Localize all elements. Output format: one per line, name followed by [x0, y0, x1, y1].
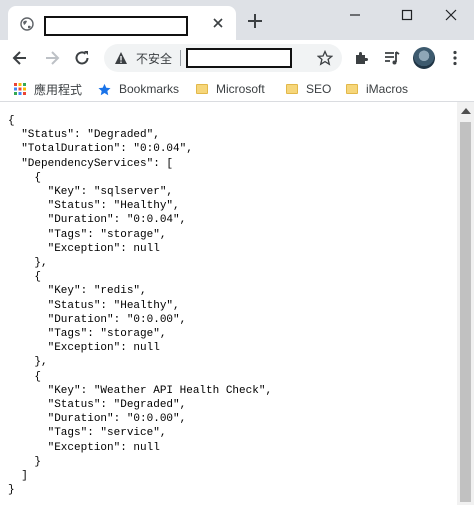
back-arrow-icon[interactable]	[10, 48, 30, 68]
tab-strip	[0, 0, 474, 40]
bookmark-folder-imacros[interactable]: iMacros	[346, 80, 408, 98]
json-response-text: { "Status": "Degraded", "TotalDuration":…	[8, 115, 273, 497]
bookmark-label: iMacros	[366, 82, 409, 96]
bookmark-label: Bookmarks	[119, 82, 180, 96]
maximize-button[interactable]	[384, 0, 430, 30]
url-redacted[interactable]	[186, 48, 292, 68]
folder-icon	[286, 84, 298, 94]
scroll-up-arrow-icon[interactable]	[461, 108, 471, 114]
address-bar[interactable]: 不安全	[104, 44, 342, 72]
tab-title-redacted	[44, 16, 188, 36]
close-icon[interactable]	[210, 15, 226, 31]
star-icon	[98, 83, 111, 95]
scrollbar-thumb[interactable]	[460, 122, 471, 502]
extensions-puzzle-icon[interactable]	[353, 49, 371, 67]
bookmark-label: 應用程式	[34, 82, 83, 97]
page-content: { "Status": "Degraded", "TotalDuration":…	[0, 102, 474, 505]
reload-icon[interactable]	[72, 48, 92, 68]
bookmark-folder-seo[interactable]: SEO	[286, 80, 331, 98]
separator	[180, 50, 181, 66]
close-window-icon	[445, 9, 457, 21]
forward-arrow-icon[interactable]	[42, 48, 62, 68]
profile-avatar[interactable]	[413, 47, 435, 69]
apps-grid-icon	[14, 83, 26, 95]
bookmark-label: SEO	[306, 82, 332, 96]
security-label[interactable]: 不安全	[136, 50, 172, 67]
globe-icon	[20, 17, 34, 31]
folder-icon	[196, 84, 208, 94]
bookmark-apps[interactable]: 應用程式	[14, 80, 82, 98]
bookmark-star-icon[interactable]	[317, 50, 333, 66]
new-tab-icon[interactable]	[246, 12, 264, 30]
maximize-icon	[401, 9, 413, 21]
more-menu-icon[interactable]	[446, 49, 464, 67]
browser-toolbar: 不安全	[0, 40, 474, 76]
minimize-icon	[350, 14, 360, 16]
bookmark-label: Microsoft	[216, 82, 265, 96]
minimize-button[interactable]	[332, 0, 378, 30]
bookmark-bookmarks[interactable]: Bookmarks	[98, 80, 179, 98]
browser-tab[interactable]	[8, 6, 236, 40]
warning-icon[interactable]	[114, 51, 128, 65]
bookmarks-bar: 應用程式 Bookmarks Microsoft SEO iMacros	[0, 76, 474, 102]
folder-icon	[346, 84, 358, 94]
window-close-button[interactable]	[428, 0, 474, 30]
bookmark-folder-microsoft[interactable]: Microsoft	[196, 80, 265, 98]
reading-list-icon[interactable]	[383, 49, 401, 67]
